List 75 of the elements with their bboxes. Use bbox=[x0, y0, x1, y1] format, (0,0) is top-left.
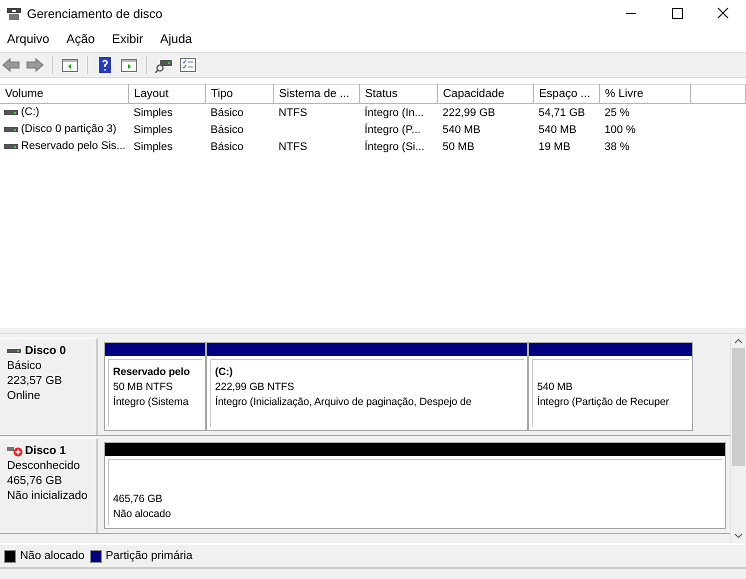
partition-block[interactable]: 540 MB Íntegro (Partição de Recuper bbox=[528, 342, 693, 431]
disk-search-icon[interactable] bbox=[155, 57, 173, 73]
column-header[interactable]: Volume bbox=[0, 84, 128, 104]
disk-detail: Desconhecido bbox=[7, 459, 81, 474]
column-header[interactable]: Sistema de ... bbox=[274, 84, 360, 104]
disk-detail: 223,57 GB bbox=[7, 374, 63, 389]
column-header[interactable]: Tipo bbox=[206, 84, 274, 104]
table-cell: Reservado pelo Sis... bbox=[21, 140, 126, 152]
table-cell: Simples bbox=[134, 124, 173, 136]
back-arrow-icon[interactable] bbox=[2, 57, 20, 73]
menu-item[interactable]: Arquivo bbox=[7, 32, 50, 46]
table-cell: 19 MB bbox=[538, 140, 570, 152]
partition-detail: Íntegro (Sistema bbox=[113, 395, 190, 410]
disk-detail: Básico bbox=[7, 359, 43, 374]
menu-item[interactable]: Ação bbox=[66, 32, 95, 46]
partition-detail: 50 MB NTFS bbox=[113, 380, 174, 395]
disk-detail: Não inicializado bbox=[7, 489, 89, 504]
partition-title: Reservado pelo bbox=[113, 365, 191, 380]
table-cell: Básico bbox=[210, 106, 244, 118]
scrollbar[interactable] bbox=[730, 334, 746, 543]
disk-name: Disco 0 bbox=[25, 344, 66, 359]
table-cell: 100 % bbox=[604, 124, 636, 136]
partition-detail: Íntegro (Partição de Recuper bbox=[537, 395, 670, 410]
checklist-icon[interactable] bbox=[179, 57, 197, 73]
menu-item[interactable]: Ajuda bbox=[160, 32, 192, 46]
table-cell: 38 % bbox=[604, 140, 630, 152]
window-title: Gerenciamento de disco bbox=[27, 7, 164, 21]
table-cell: (Disco 0 partição 3) bbox=[21, 123, 116, 136]
drive-icon bbox=[4, 126, 18, 133]
menu-item[interactable]: Exibir bbox=[112, 32, 144, 46]
column-header[interactable]: Capacidade bbox=[438, 84, 534, 104]
disk-detail: Online bbox=[7, 389, 42, 404]
column-header[interactable]: Espaço ... bbox=[534, 84, 600, 104]
partition-detail: 222,99 GB NTFS bbox=[215, 380, 296, 395]
partition-detail: Íntegro (Inicialização, Arquivo de paginação, Despejo de bbox=[215, 395, 472, 410]
table-cell: Íntegro (Si... bbox=[364, 140, 424, 152]
partition-block[interactable]: Reservado pelo 50 MB NTFS Íntegro (Sistema bbox=[104, 342, 206, 431]
scroll-thumb[interactable] bbox=[732, 348, 745, 466]
help-icon[interactable] bbox=[96, 57, 114, 73]
table-cell: Simples bbox=[134, 106, 173, 118]
column-header[interactable]: % Livre bbox=[600, 84, 690, 104]
table-cell: Íntegro (P... bbox=[364, 124, 421, 136]
disk-info-panel[interactable]: Disco 0 Básico 223,57 GB Online bbox=[0, 338, 98, 435]
partition-detail: 540 MB bbox=[537, 380, 574, 395]
partition-detail: Não alocado bbox=[113, 507, 172, 522]
table-cell: 54,71 GB bbox=[538, 106, 585, 118]
panel-icon[interactable] bbox=[61, 57, 79, 73]
table-cell: Básico bbox=[210, 124, 244, 136]
partition-block[interactable]: 465,76 GB Não alocado bbox=[104, 442, 726, 529]
drive-icon bbox=[4, 108, 18, 116]
panel-icon[interactable] bbox=[120, 57, 138, 73]
column-header[interactable]: Layout bbox=[128, 84, 206, 104]
disk-detail: 465,76 GB bbox=[7, 474, 63, 489]
table-cell: 540 MB bbox=[442, 124, 480, 136]
disk-name: Disco 1 bbox=[25, 444, 66, 459]
table-cell: NTFS bbox=[278, 140, 308, 152]
partition-title: (C:) bbox=[215, 365, 234, 380]
table-cell: (C:) bbox=[21, 106, 40, 118]
partition-detail: 465,76 GB bbox=[113, 492, 164, 507]
table-cell: 540 MB bbox=[538, 124, 576, 136]
table-cell: 50 MB bbox=[442, 140, 474, 152]
table-cell: Simples bbox=[134, 140, 173, 152]
table-cell: Íntegro (In... bbox=[364, 106, 424, 118]
table-cell: Básico bbox=[210, 140, 244, 152]
column-header[interactable]: Status bbox=[360, 84, 438, 104]
disk-info-panel[interactable]: Disco 1 Desconhecido 465,76 GB Não inicializado bbox=[0, 438, 98, 533]
drive-icon bbox=[4, 142, 18, 150]
partition-block[interactable]: (C:) 222,99 GB NTFS Íntegro (Inicialização, Arquivo de paginação, Despejo de bbox=[206, 342, 528, 431]
table-cell: 25 % bbox=[604, 106, 630, 118]
disk-drive-icon bbox=[6, 7, 22, 21]
table-cell: NTFS bbox=[278, 106, 308, 118]
table-cell: 222,99 GB bbox=[442, 106, 496, 118]
legend-label: Não alocado bbox=[20, 550, 85, 562]
forward-arrow-icon[interactable] bbox=[26, 57, 44, 73]
legend-label: Partição primária bbox=[106, 550, 192, 562]
